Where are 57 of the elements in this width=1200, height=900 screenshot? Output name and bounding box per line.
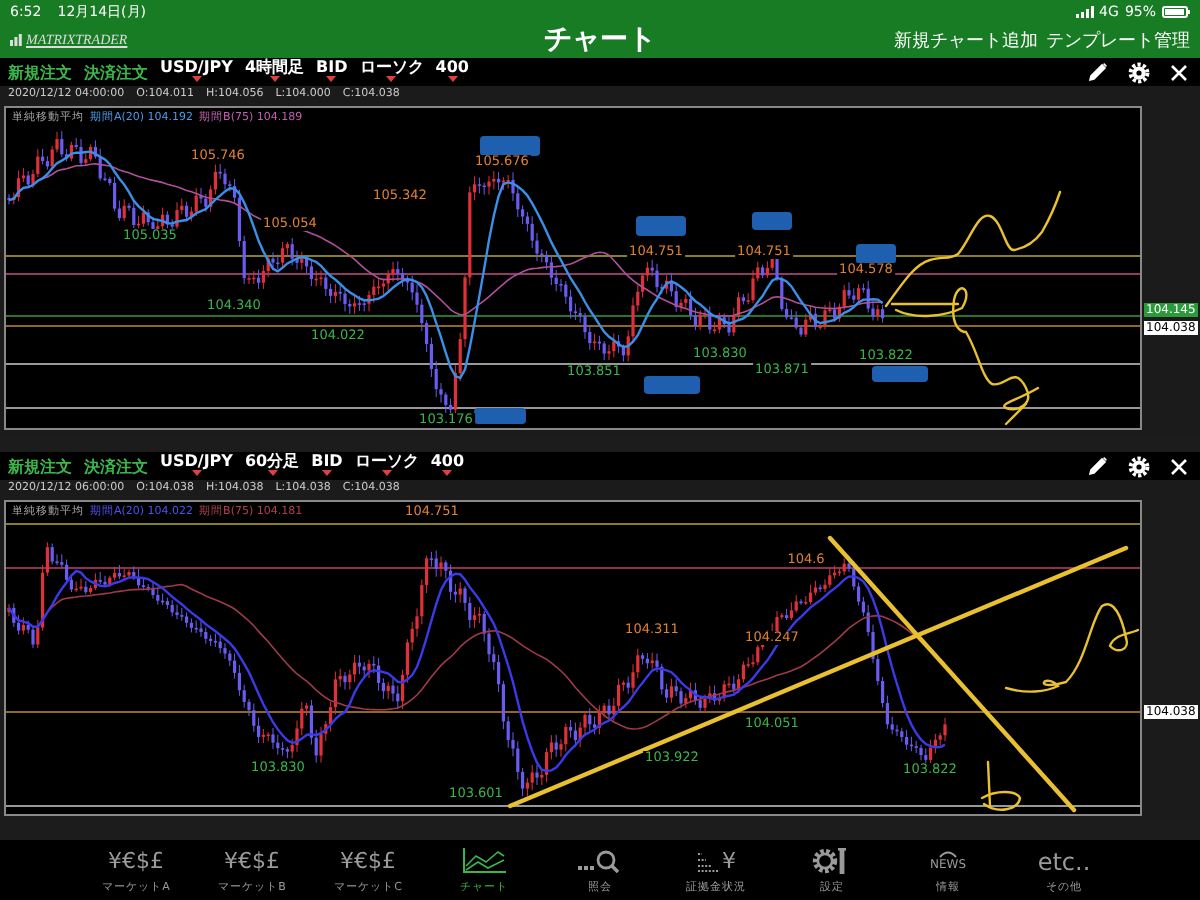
close-icon [1170,457,1188,475]
caret-icon [447,76,458,82]
line-chart-icon [462,848,506,874]
pencil-icon [1088,456,1108,476]
caret-icon [191,470,202,476]
logo-icon [10,34,22,46]
etc-glyph: etc.. [1037,847,1091,875]
highlight-mark [474,408,526,424]
caret-icon [321,470,332,476]
dropdown-selector[interactable]: ローソク [354,452,419,480]
caret-icon [269,76,280,82]
dropdown-selector[interactable]: 400 [430,452,465,480]
dropdown-selector[interactable]: 60分足 [244,452,300,480]
order-button[interactable]: 新規注文 [8,455,72,477]
signal-arc-icon [938,850,958,858]
caret-icon [381,470,392,476]
caret-icon [191,76,202,82]
gear-wrench-icon [812,848,852,874]
pencil-button[interactable] [1084,456,1112,476]
caret-icon [386,76,397,82]
highlight-mark [872,366,928,382]
order-button[interactable]: 決済注文 [84,455,148,477]
currency-glyph: ¥€$£ [340,848,396,874]
battery-icon [1162,5,1190,17]
screen-title: チャート [544,22,656,58]
search-icon [578,849,622,873]
close-button[interactable] [1166,63,1192,81]
highlight-mark [480,136,540,156]
caret-icon [326,76,337,82]
highlight-mark [752,212,792,230]
bar-chart-icon [696,850,720,872]
close-icon [1170,63,1188,81]
yen-glyph: ¥ [722,848,736,874]
dropdown-selector[interactable]: USD/JPY [160,452,233,480]
pencil-button[interactable] [1084,62,1112,82]
highlight-mark [856,244,896,264]
highlight-mark [636,216,686,236]
highlight-mark [644,376,700,394]
header-action-link[interactable]: テンプレート管理 [1046,27,1190,53]
dropdown-selector[interactable]: BID [316,58,348,86]
settings-button[interactable] [1124,455,1154,477]
caret-icon [442,470,453,476]
order-button[interactable]: 新規注文 [8,61,72,83]
dropdown-selector[interactable]: USD/JPY [160,58,233,86]
caret-icon [267,470,278,476]
currency-glyph: ¥€$£ [108,848,164,874]
signal-icon [1075,5,1094,17]
close-button[interactable] [1166,457,1192,475]
settings-button[interactable] [1124,61,1154,83]
order-button[interactable]: 決済注文 [84,61,148,83]
dropdown-selector[interactable]: ローソク [359,58,424,86]
dropdown-selector[interactable]: BID [311,452,343,480]
currency-glyph: ¥€$£ [224,848,280,874]
dropdown-selector[interactable]: 400 [435,58,469,86]
dropdown-selector[interactable]: 4時間足 [244,58,305,86]
header-action-link[interactable]: 新規チャート追加 [894,27,1038,53]
pencil-icon [1088,62,1108,82]
